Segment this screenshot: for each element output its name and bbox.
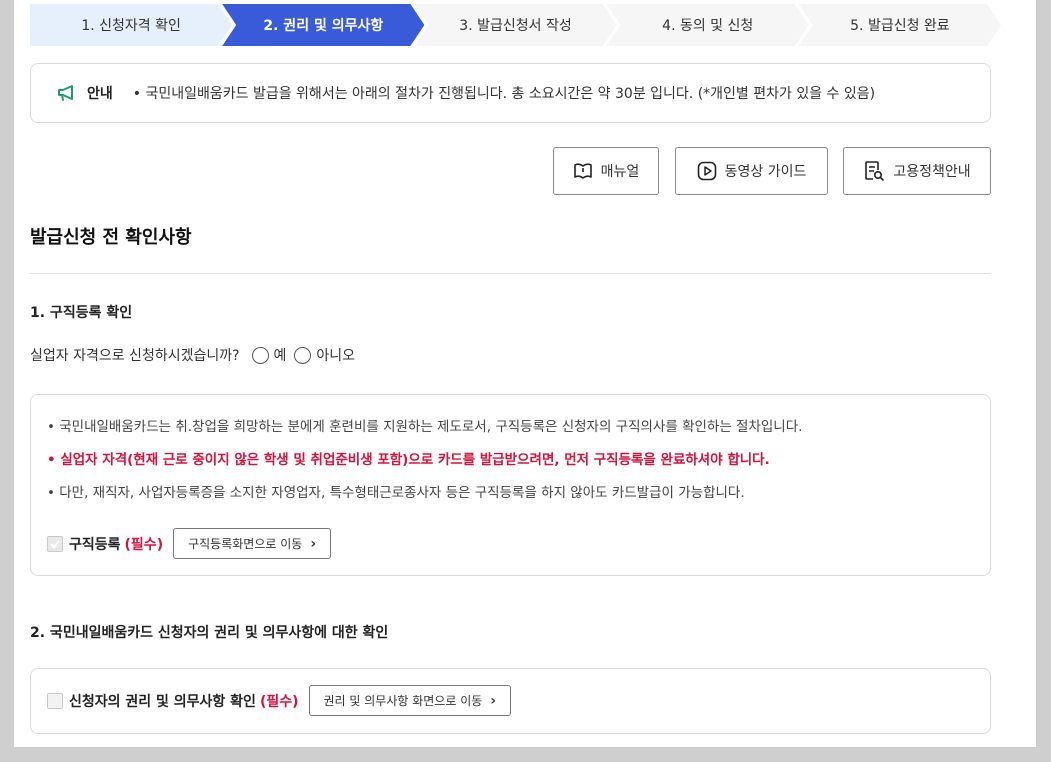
notice-box: 안내 • 국민내일배움카드 발급을 위해서는 아래의 절차가 진행됩니다. 총 … (30, 63, 991, 123)
divider (30, 273, 991, 274)
required-mark: (필수) (259, 693, 299, 710)
document-search-icon (865, 161, 885, 181)
radio-no-circle[interactable] (294, 346, 312, 364)
employment-policy-button[interactable]: 고용정책안내 (843, 147, 991, 195)
bullet-2: • 실업자 자격(현재 근로 중이지 않은 학생 및 취업준비생 포함)으로 카… (47, 452, 770, 468)
unemployed-question: 실업자 자격으로 신청하시겠습니까? 예 아니오 (30, 345, 355, 365)
notice-label: 안내 (87, 86, 113, 102)
notice-text: • 국민내일배움카드 발급을 위해서는 아래의 절차가 진행됩니다. 총 소요시… (132, 86, 876, 102)
radio-yes[interactable]: 예 (251, 345, 286, 365)
step-2: 2. 권리 및 의무사항 (222, 4, 424, 46)
job-registration-box: • 국민내일배움카드는 취.창업을 희망하는 분에게 훈련비를 지원하는 제도로… (30, 394, 991, 576)
go-rights-button[interactable]: 권리 및 의무사항 화면으로 이동 › (308, 685, 512, 716)
section2-title: 2. 국민내일배움카드 신청자의 권리 및 의무사항에 대한 확인 (30, 625, 389, 641)
section1-title: 1. 구직등록 확인 (30, 305, 133, 321)
book-icon (573, 163, 592, 179)
step-3: 3. 발급신청서 작성 (414, 4, 616, 46)
chevron-right-icon: › (310, 535, 317, 552)
radio-no[interactable]: 아니오 (294, 345, 355, 365)
checkmark-icon (50, 539, 60, 548)
rights-checkbox[interactable] (47, 692, 63, 709)
step-1: 1. 신청자격 확인 (30, 4, 232, 46)
progress-stepper: 1. 신청자격 확인 2. 권리 및 의무사항 3. 발급신청서 작성 4. 동… (30, 4, 991, 46)
video-guide-button[interactable]: 동영상 가이드 (675, 147, 828, 195)
section-title: 발급신청 전 확인사항 (30, 227, 192, 248)
page-frame: 1. 신청자격 확인 2. 권리 및 의무사항 3. 발급신청서 작성 4. 동… (14, 0, 1036, 747)
megaphone-icon (58, 85, 73, 101)
job-registration-checkbox[interactable] (47, 535, 63, 552)
required-mark: (필수) (124, 536, 164, 553)
manual-button[interactable]: 매뉴얼 (553, 147, 659, 195)
rights-check-row: 신청자의 권리 및 의무사항 확인 (필수) 권리 및 의무사항 화면으로 이동… (47, 685, 512, 716)
question-text: 실업자 자격으로 신청하시겠습니까? (30, 348, 240, 364)
bullet-1: • 국민내일배움카드는 취.창업을 희망하는 분에게 훈련비를 지원하는 제도로… (47, 419, 803, 435)
chevron-right-icon: › (490, 692, 497, 709)
rights-label: 신청자의 권리 및 의무사항 확인 (69, 693, 256, 710)
play-icon (697, 161, 716, 181)
step-4: 4. 동의 및 신청 (607, 4, 809, 46)
rights-duties-box: 신청자의 권리 및 의무사항 확인 (필수) 권리 및 의무사항 화면으로 이동… (30, 668, 991, 734)
job-registration-label: 구직등록 (69, 536, 121, 553)
bullet-3: • 다만, 재직자, 사업자등록증을 소지한 자영업자, 특수형태근로종사자 등… (47, 485, 745, 501)
step-5: 5. 발급신청 완료 (799, 4, 1001, 46)
radio-yes-circle[interactable] (251, 346, 269, 364)
go-job-registration-button[interactable]: 구직등록화면으로 이동 › (173, 528, 332, 559)
job-registration-check-row: 구직등록 (필수) 구직등록화면으로 이동 › (47, 528, 332, 559)
